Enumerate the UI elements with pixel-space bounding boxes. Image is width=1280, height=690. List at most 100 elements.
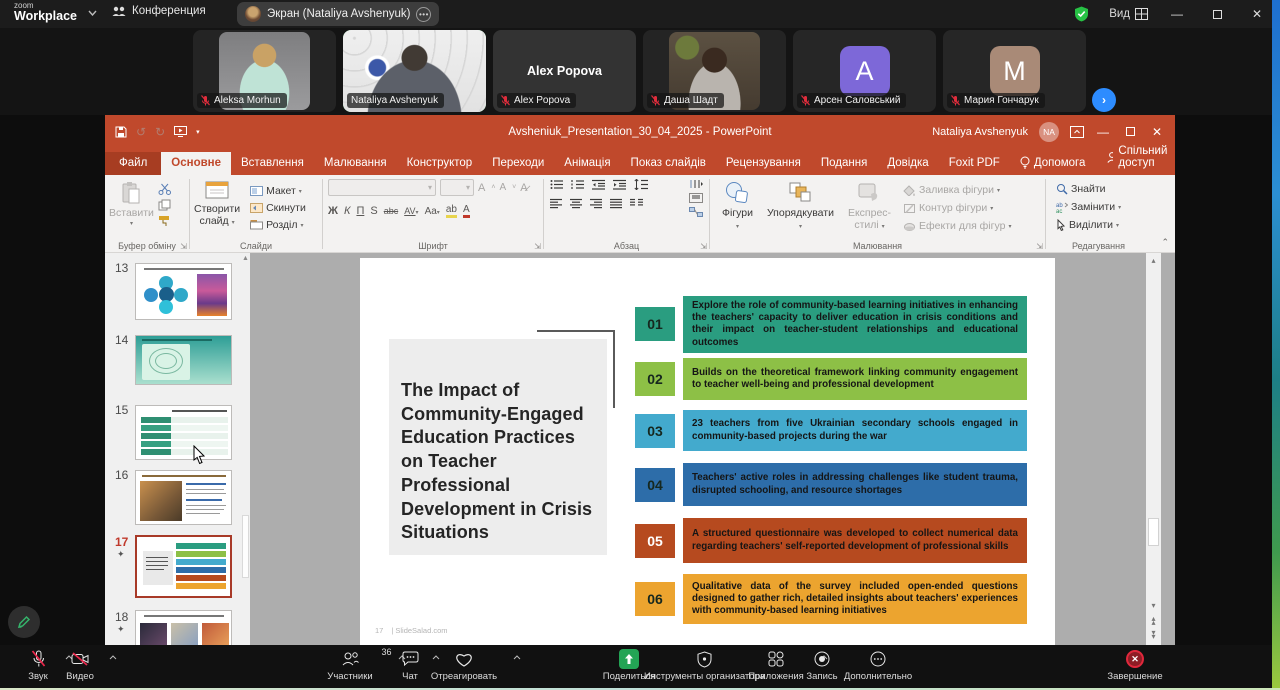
text-direction-icon[interactable] <box>689 179 703 189</box>
shrink-font-button[interactable]: A˅ <box>499 182 516 193</box>
tab-meeting[interactable]: Конференция <box>112 5 206 17</box>
video-button[interactable]: Видео <box>58 649 102 682</box>
slide-item-06[interactable]: 06 Qualitative data of the survey includ… <box>635 574 1027 624</box>
slide-item-03[interactable]: 03 23 teachers from five Ukrainian secon… <box>635 410 1027 451</box>
columns-icon[interactable] <box>630 198 644 209</box>
slide-thumbnail-18[interactable] <box>135 610 232 645</box>
participant-tile[interactable]: Alex Popova Alex Popova <box>493 30 636 112</box>
new-slide-button[interactable]: Створитислайд ▾ <box>190 179 244 232</box>
tab-foxit[interactable]: Foxit PDF <box>939 152 1010 175</box>
reset-button[interactable]: Скинути <box>248 201 308 215</box>
change-case-button[interactable]: Aa▾ <box>425 206 440 217</box>
section-button[interactable]: Розділ▾ <box>248 218 308 232</box>
chevron-up-icon[interactable] <box>109 655 117 660</box>
current-slide[interactable]: The Impact of Community-Engaged Educatio… <box>360 258 1055 645</box>
tab-file[interactable]: Файл <box>105 152 161 175</box>
decrease-indent-icon[interactable] <box>592 179 606 190</box>
smartart-icon[interactable] <box>689 207 703 217</box>
justify-icon[interactable] <box>610 198 623 209</box>
canvas-scrollbar[interactable]: ▴ ▾ ▴▴ ▾▾ <box>1146 253 1161 645</box>
dialog-launcher-icon[interactable]: ⇲ <box>700 242 707 251</box>
align-left-icon[interactable] <box>550 198 563 209</box>
copy-icon[interactable] <box>158 199 172 211</box>
grow-font-button[interactable]: A˄ <box>478 182 495 194</box>
annotate-button[interactable] <box>8 606 40 638</box>
participant-tile[interactable]: Aleksa Morhun <box>193 30 336 112</box>
participant-tile[interactable]: A Арсен Саловський <box>793 30 936 112</box>
strikethrough-button[interactable]: abc <box>384 206 399 216</box>
line-spacing-icon[interactable] <box>634 179 649 190</box>
paste-button[interactable]: Вставити ▾ <box>105 179 158 230</box>
tab-design[interactable]: Конструктор <box>397 152 483 175</box>
slide-thumbnail-13[interactable] <box>135 263 232 320</box>
numbering-icon[interactable] <box>571 179 585 190</box>
slide-thumbnail-15[interactable] <box>135 405 232 460</box>
collapse-ribbon-icon[interactable]: ⌃ <box>1161 237 1169 248</box>
quick-styles-button[interactable]: Експрес-стилі ▾ <box>844 179 895 233</box>
align-text-icon[interactable] <box>689 193 703 203</box>
dialog-launcher-icon[interactable]: ⇲ <box>1036 242 1043 251</box>
select-button[interactable]: Виділити▾ <box>1054 218 1151 232</box>
more-options-icon[interactable]: ••• <box>416 7 431 22</box>
font-name-combo[interactable]: ▾ <box>328 179 436 196</box>
tab-slideshow[interactable]: Показ слайдів <box>621 152 716 175</box>
align-center-icon[interactable] <box>570 198 583 209</box>
slide-thumbnail-panel[interactable]: 13 14 <box>105 253 250 645</box>
scrollbar-thumb[interactable] <box>1148 518 1159 546</box>
more-button[interactable]: Дополнительно <box>838 649 918 682</box>
thumbnail-scrollbar[interactable]: ▲ <box>241 253 250 645</box>
slide-thumbnail-17-selected[interactable] <box>135 535 232 598</box>
scroll-up-icon[interactable]: ▴ <box>1146 256 1161 265</box>
increase-indent-icon[interactable] <box>613 179 627 190</box>
dialog-launcher-icon[interactable]: ⇲ <box>180 242 187 251</box>
slide-thumbnail-14[interactable] <box>135 335 232 385</box>
previous-slide-button[interactable]: ▴▴ <box>1146 617 1161 625</box>
tab-help[interactable]: Довідка <box>877 152 938 175</box>
tell-me-button[interactable]: Допомога <box>1010 151 1096 175</box>
slide-item-04[interactable]: 04 Teachers' active roles in addressing … <box>635 463 1027 506</box>
arrange-button[interactable]: Упорядкувати▾ <box>763 179 838 233</box>
next-slide-button[interactable]: ▾▾ <box>1146 631 1161 639</box>
highlight-button[interactable]: ab <box>446 204 457 218</box>
chat-button[interactable]: Чат <box>392 649 428 682</box>
slide-item-05[interactable]: 05 A structured questionnaire was develo… <box>635 518 1027 563</box>
italic-button[interactable]: К <box>344 205 350 217</box>
bold-button[interactable]: Ж <box>328 205 338 217</box>
participant-tile-active-speaker[interactable]: Nataliya Avshenyuk <box>343 30 486 112</box>
tab-transitions[interactable]: Переходи <box>482 152 554 175</box>
font-size-combo[interactable]: ▾ <box>440 179 474 196</box>
text-shadow-button[interactable]: S <box>370 205 377 217</box>
shape-effects-button[interactable]: Ефекти для фігур▾ <box>901 219 1013 233</box>
cut-icon[interactable] <box>158 183 172 195</box>
view-button[interactable]: Вид <box>1109 8 1148 20</box>
slide-item-02[interactable]: 02 Builds on the theoretical framework l… <box>635 358 1027 400</box>
align-right-icon[interactable] <box>590 198 603 209</box>
shape-outline-button[interactable]: Контур фігури▾ <box>901 201 1013 215</box>
layout-button[interactable]: Макет▾ <box>248 184 308 198</box>
slide-item-01[interactable]: 01 Explore the role of community-based l… <box>635 296 1027 353</box>
tab-review[interactable]: Рецензування <box>716 152 811 175</box>
slide-thumbnail-16[interactable] <box>135 470 232 525</box>
tab-screen-share[interactable]: Экран (Nataliya Avshenyuk) ••• <box>237 2 439 26</box>
tab-insert[interactable]: Вставлення <box>231 152 314 175</box>
participant-tile[interactable]: Даша Шадт <box>643 30 786 112</box>
participants-button[interactable]: 36 Участники <box>318 649 382 682</box>
minimize-button[interactable]: — <box>1168 5 1186 23</box>
shapes-button[interactable]: Фігури▾ <box>718 179 757 233</box>
clear-formatting-button[interactable]: A̷ <box>520 182 527 194</box>
reactions-button[interactable]: Отреагировать <box>428 649 500 682</box>
font-color-button[interactable]: A <box>463 204 470 218</box>
close-button[interactable]: ✕ <box>1248 5 1266 23</box>
share-button[interactable]: Спільний доступ <box>1095 140 1175 175</box>
tab-home[interactable]: Основне <box>161 152 231 175</box>
replace-button[interactable]: abac Замінити▾ <box>1054 200 1151 214</box>
scroll-up-icon[interactable]: ▲ <box>242 255 249 262</box>
audio-button[interactable]: Звук <box>18 649 58 682</box>
security-shield-icon[interactable] <box>1074 6 1089 22</box>
character-spacing-button[interactable]: AV▾ <box>404 206 418 216</box>
participant-tile[interactable]: M Мария Гончарук <box>943 30 1086 112</box>
restore-button[interactable] <box>1208 5 1226 23</box>
dialog-launcher-icon[interactable]: ⇲ <box>534 242 541 251</box>
bullets-icon[interactable] <box>550 179 564 190</box>
underline-button[interactable]: П <box>356 205 364 217</box>
